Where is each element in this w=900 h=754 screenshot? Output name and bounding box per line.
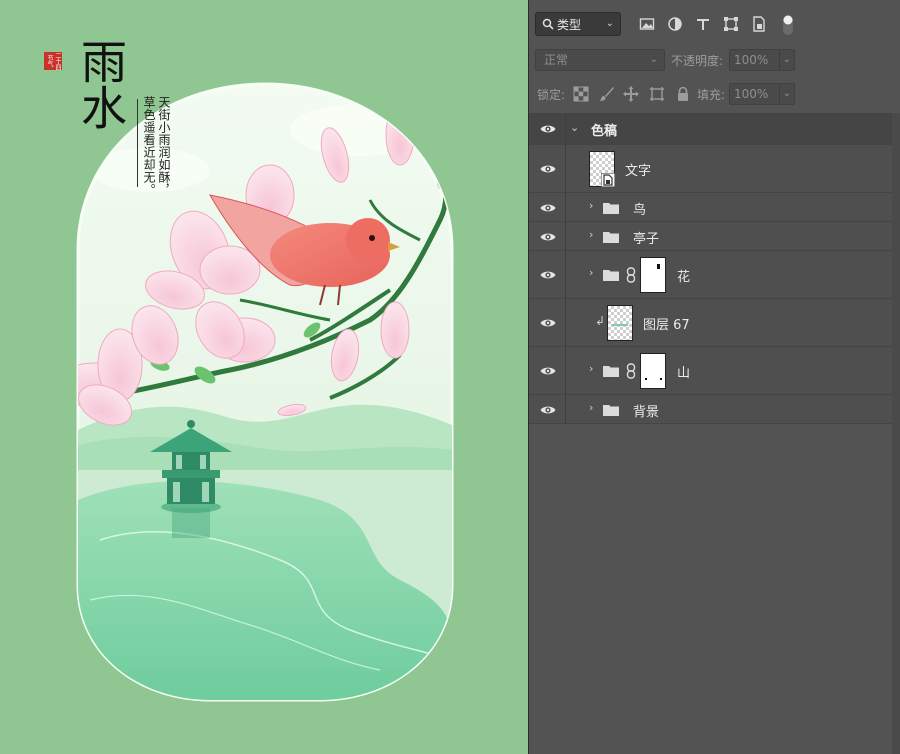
visibility-eye-icon[interactable] xyxy=(540,404,556,416)
layer-mask-thumbnail[interactable] xyxy=(640,353,666,389)
lock-all-icon[interactable] xyxy=(675,86,691,102)
poem-rule xyxy=(137,99,138,187)
layer-name: 背景 xyxy=(633,405,660,420)
chevron-down-icon[interactable]: ⌄ xyxy=(570,121,579,134)
chevron-right-icon[interactable]: › xyxy=(589,228,593,241)
filter-kind-select[interactable]: 类型 ⌄ xyxy=(535,12,621,36)
row-separator xyxy=(565,299,566,346)
layer-row-group-mask[interactable]: › 花 xyxy=(529,251,892,299)
smart-object-filter-icon[interactable] xyxy=(751,16,767,32)
folder-icon xyxy=(603,405,619,416)
folder-icon xyxy=(603,232,619,243)
layer-name: 亭子 xyxy=(633,232,660,247)
visibility-eye-icon[interactable] xyxy=(540,123,556,135)
layer-name: 山 xyxy=(677,366,691,381)
chevron-down-icon: ⌄ xyxy=(649,54,658,65)
layer-row-group-open[interactable]: ⌄ 色稿 xyxy=(529,113,892,145)
mask-mark xyxy=(660,378,662,380)
blend-mode-value: 正常 xyxy=(544,53,569,67)
layer-row-clipped[interactable]: ↲ 图层 67 xyxy=(529,299,892,347)
layers-list: ⌄ 色稿 文字 › 鸟 › 亭子 › 花 ↲ 图层 67 › 山 › 背景 xyxy=(529,113,892,424)
lock-label: 锁定: xyxy=(537,88,566,102)
opacity-value: 100% xyxy=(734,53,769,67)
lock-transparent-icon[interactable] xyxy=(573,86,589,102)
layer-name: 图层 67 xyxy=(643,318,690,333)
row-separator xyxy=(565,347,566,394)
chevron-right-icon[interactable]: › xyxy=(589,401,593,414)
link-chain-icon[interactable] xyxy=(626,267,636,283)
chevron-right-icon[interactable]: › xyxy=(589,266,593,279)
lock-row: 锁定: 填充: 100% ⌄ xyxy=(529,82,900,106)
layer-row-group[interactable]: › 鸟 xyxy=(529,193,892,222)
lock-paint-icon[interactable] xyxy=(599,86,615,102)
visibility-eye-icon[interactable] xyxy=(540,163,556,175)
opacity-label: 不透明度: xyxy=(671,54,724,68)
lock-artboard-icon[interactable] xyxy=(649,86,665,102)
visibility-eye-icon[interactable] xyxy=(540,202,556,214)
row-separator xyxy=(565,193,566,221)
smart-object-badge-icon xyxy=(601,173,615,187)
chevron-down-icon: ⌄ xyxy=(605,18,614,29)
image-filter-icon[interactable] xyxy=(639,16,655,32)
adjustment-filter-icon[interactable] xyxy=(667,16,683,32)
layer-name: 色稿 xyxy=(591,124,618,139)
filter-toggle-icon[interactable] xyxy=(781,14,795,36)
chevron-right-icon[interactable]: › xyxy=(589,362,593,375)
row-separator xyxy=(565,145,566,192)
layers-panel: 类型 ⌄ 正常 ⌄ 不透明度: 100% ⌄ 锁定: 填充: 100% ⌄ ⌄ … xyxy=(528,0,900,754)
type-filter-icon[interactable] xyxy=(695,16,711,32)
search-icon xyxy=(542,18,554,30)
layer-row-group-mask[interactable]: › 山 xyxy=(529,347,892,395)
blend-row: 正常 ⌄ 不透明度: 100% ⌄ xyxy=(529,49,900,73)
poem-text: 天街小雨润如酥， 草色遥看近却无。 xyxy=(141,96,171,196)
row-separator xyxy=(565,395,566,423)
seal-stamp: 二十四节气 xyxy=(44,52,62,70)
filter-kind-label: 类型 xyxy=(557,17,582,32)
layer-row-group[interactable]: › 亭子 xyxy=(529,222,892,251)
poem-line-2: 草色遥看近却无。 xyxy=(142,96,156,196)
row-separator xyxy=(565,222,566,250)
fill-value: 100% xyxy=(734,87,769,101)
visibility-eye-icon[interactable] xyxy=(540,317,556,329)
seal-text: 二十四节气 xyxy=(46,52,61,70)
row-separator xyxy=(565,113,566,144)
shape-filter-icon[interactable] xyxy=(723,16,739,32)
layer-filter-row: 类型 ⌄ xyxy=(529,12,900,38)
document-canvas[interactable]: 二十四节气 雨水 天街小雨润如酥， 草色遥看近却无。 xyxy=(0,0,528,754)
clip-arrow-icon: ↲ xyxy=(595,314,606,328)
chevron-down-icon: ⌄ xyxy=(778,84,791,104)
fill-field[interactable]: 100% ⌄ xyxy=(729,83,795,105)
fill-label: 填充: xyxy=(697,88,726,102)
layers-scrollbar[interactable] xyxy=(892,113,900,754)
visibility-eye-icon[interactable] xyxy=(540,269,556,281)
chevron-down-icon: ⌄ xyxy=(778,50,791,70)
visibility-eye-icon[interactable] xyxy=(540,231,556,243)
folder-icon xyxy=(603,203,619,214)
chevron-right-icon[interactable]: › xyxy=(589,199,593,212)
visibility-eye-icon[interactable] xyxy=(540,365,556,377)
folder-icon xyxy=(603,366,619,377)
layer-row-smart-object[interactable]: 文字 xyxy=(529,145,892,193)
poem-line-1: 天街小雨润如酥， xyxy=(157,96,171,196)
mask-mark xyxy=(645,378,647,380)
layer-row-group[interactable]: › 背景 xyxy=(529,395,892,424)
layer-name: 文字 xyxy=(625,164,652,179)
layer-mask-thumbnail[interactable] xyxy=(640,257,666,293)
folder-icon xyxy=(603,270,619,281)
poster-title: 雨水 xyxy=(74,38,128,130)
blend-mode-select[interactable]: 正常 ⌄ xyxy=(535,49,665,71)
layer-name: 花 xyxy=(677,270,691,285)
thumb-stroke xyxy=(612,324,628,326)
mask-mark xyxy=(657,264,660,269)
link-chain-icon[interactable] xyxy=(626,363,636,379)
row-separator xyxy=(565,251,566,298)
layer-name: 鸟 xyxy=(633,203,647,218)
opacity-field[interactable]: 100% ⌄ xyxy=(729,49,795,71)
layer-thumbnail xyxy=(607,305,633,341)
lock-move-icon[interactable] xyxy=(623,86,639,102)
